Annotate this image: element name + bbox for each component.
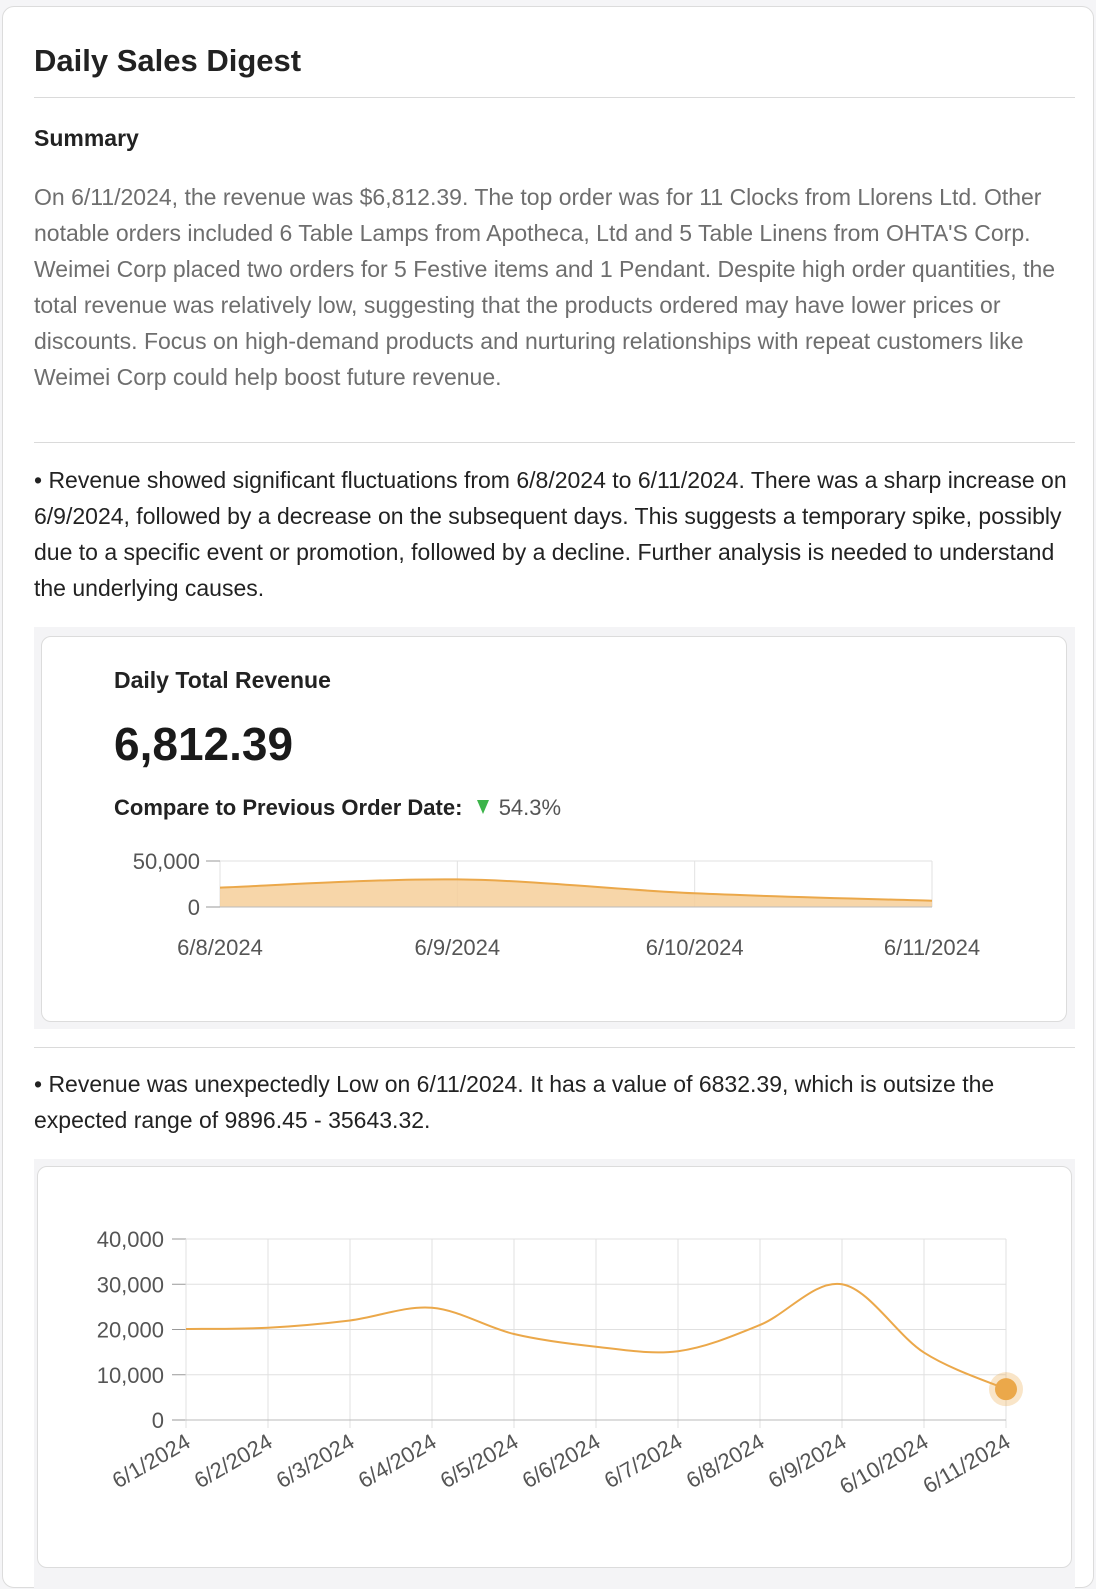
x-tick-label: 6/11/2024 (919, 1429, 1015, 1499)
digest-card: Daily Sales Digest Summary On 6/11/2024,… (2, 6, 1094, 1589)
summary-heading: Summary (34, 125, 139, 151)
page-title: Daily Sales Digest (34, 43, 302, 78)
y-tick-label: 10,000 (97, 1363, 164, 1388)
x-tick-label: 6/9/2024 (415, 935, 501, 960)
revenue-trend-chart: 40,000 30,000 20,000 10,000 06/1/20246/2/202… (97, 1227, 1023, 1500)
x-tick-label: 6/3/2024 (272, 1429, 359, 1493)
divider (34, 442, 1075, 443)
x-tick-label: 6/6/2024 (518, 1429, 605, 1493)
revenue-sparkline: 50,000 0 6/8/2024 6/9/2024 6/10/2024 6/11/202… (133, 849, 980, 960)
x-tick-label: 6/11/2024 (884, 935, 980, 960)
x-tick-label: 6/10/2024 (835, 1429, 932, 1500)
y-tick-label: 20,000 (97, 1318, 164, 1343)
insight-text: • Revenue showed significant fluctuation… (34, 467, 1067, 601)
x-tick-label: 6/1/2024 (108, 1429, 195, 1493)
y-tick-label: 40,000 (97, 1227, 164, 1252)
anomaly-text: • Revenue was unexpectedly Low on 6/11/2… (34, 1071, 995, 1133)
kpi-chart-panel: Daily Total Revenue 6,812.39 Compare to … (34, 627, 1075, 1029)
anomaly-point (995, 1378, 1017, 1401)
x-tick-label: 6/8/2024 (177, 935, 263, 960)
y-tick-label: 0 (188, 895, 200, 920)
kpi-card: Daily Total Revenue 6,812.39 Compare to … (41, 636, 1067, 1022)
divider (34, 1047, 1075, 1048)
x-tick-label: 6/10/2024 (646, 935, 744, 960)
trend-card: 40,000 30,000 20,000 10,000 0 6/1/2024 6/2/202… (37, 1166, 1072, 1568)
x-tick-label: 6/5/2024 (436, 1429, 523, 1493)
x-tick-label: 6/2/2024 (190, 1429, 277, 1493)
y-tick-label: 50,000 (133, 849, 200, 874)
x-tick-label: 6/8/2024 (682, 1429, 769, 1493)
divider (34, 97, 1075, 98)
x-tick-label: 6/7/2024 (600, 1429, 687, 1493)
summary-text: On 6/11/2024, the revenue was $6,812.39.… (34, 184, 1056, 390)
x-tick-label: 6/4/2024 (354, 1429, 441, 1493)
trend-chart-panel: 40,000 30,000 20,000 10,000 0 6/1/2024 6/2/202… (34, 1159, 1075, 1589)
y-tick-label: 30,000 (97, 1272, 164, 1297)
y-tick-label: 0 (152, 1408, 164, 1433)
